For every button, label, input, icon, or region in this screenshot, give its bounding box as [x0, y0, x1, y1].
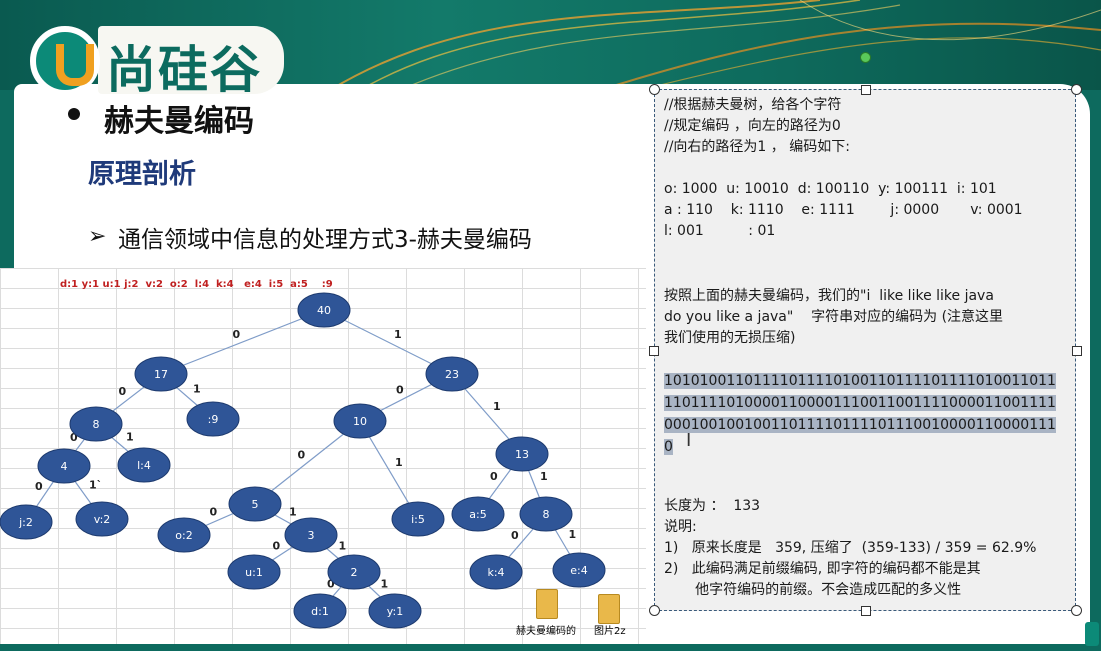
- node-label: :9: [208, 413, 219, 426]
- slide-point: 通信领域中信息的处理方式3-赫夫曼编码: [118, 227, 532, 253]
- edge-label: 1: [394, 328, 402, 341]
- slide-title: 赫夫曼编码: [104, 104, 254, 139]
- edge-label: 1`: [89, 479, 102, 492]
- text-cursor-icon: I: [686, 430, 692, 451]
- node-label: v:2: [94, 513, 111, 526]
- node-label: 8: [543, 508, 550, 521]
- edge-label: 0: [511, 529, 519, 542]
- node-label: 4: [61, 460, 68, 473]
- resize-handle[interactable]: [649, 605, 660, 616]
- edge-label: 1: [493, 400, 501, 413]
- node-label: l:4: [137, 459, 151, 472]
- resize-handle[interactable]: [1071, 84, 1082, 95]
- logo-text: 尚硅谷: [106, 40, 262, 99]
- comment-line: //根据赫夫曼树，给各个字符: [664, 97, 842, 113]
- comment-line: //规定编码 ，向左的路径为0: [664, 118, 841, 134]
- resize-handle[interactable]: [649, 84, 660, 95]
- node-label: y:1: [387, 605, 403, 618]
- note-line: 他字符编码的前缀。不会造成匹配的多义性: [664, 582, 962, 598]
- corner-logo-icon: [1085, 622, 1099, 646]
- logo-u-icon: [30, 26, 100, 96]
- description-line: 按照上面的赫夫曼编码，我们的"i like like like java: [664, 288, 994, 304]
- node-label: 10: [353, 415, 367, 428]
- folder-icon[interactable]: [598, 594, 620, 624]
- node-label: 8: [93, 418, 100, 431]
- resize-handle[interactable]: [861, 606, 871, 616]
- node-label: j:2: [18, 516, 33, 529]
- node-label: k:4: [487, 566, 504, 579]
- edge-label: 0: [273, 540, 281, 553]
- node-label: o:2: [175, 529, 192, 542]
- edge-label: 1: [381, 578, 389, 591]
- edge-label: 0: [298, 449, 306, 462]
- resize-handle[interactable]: [1071, 605, 1082, 616]
- edge-label: 1: [126, 431, 134, 444]
- node-label: a:5: [469, 508, 486, 521]
- edge-label: 1: [339, 540, 347, 553]
- resize-handle[interactable]: [861, 85, 871, 95]
- edge-label: 1: [193, 383, 201, 396]
- code-line: o: 1000 u: 10010 d: 100110 y: 100111 i: …: [664, 181, 997, 197]
- edge-label: 0: [396, 384, 404, 397]
- bullet-dot: [68, 108, 80, 120]
- note-line: 2) 此编码满足前缀编码, 即字符的编码都不能是其: [664, 561, 981, 577]
- node-label: e:4: [570, 564, 587, 577]
- edge-label: 0: [233, 328, 241, 341]
- node-label: d:1: [311, 605, 329, 618]
- encoded-line[interactable]: 1010100110111101111010011011110111101001…: [664, 370, 1056, 392]
- tree-edge: [160, 309, 325, 375]
- node-label: i:5: [411, 513, 425, 526]
- code-line: a : 110 k: 1110 e: 1111 j: 0000 v: 0001: [664, 202, 1023, 218]
- description-line: 我们使用的无损压缩): [664, 330, 796, 346]
- edge-label: 0: [490, 470, 498, 483]
- node-label: u:1: [245, 566, 263, 579]
- edge-label: 0: [35, 480, 43, 493]
- node-label: 40: [317, 304, 331, 317]
- folder-icon[interactable]: [536, 589, 558, 619]
- node-label: 3: [308, 529, 315, 542]
- edge-label: 1: [395, 456, 403, 469]
- length-label: 长度为 ： 133: [664, 498, 761, 514]
- explain-label: 说明:: [664, 519, 697, 535]
- huffman-tree: 0 10 1 010 10 1`010 10 10 10 10 14017 238:9 10134 l:4…: [0, 292, 606, 629]
- node-label: 13: [515, 448, 529, 461]
- edge-label: 0: [210, 506, 218, 519]
- resize-handle[interactable]: [649, 346, 659, 356]
- node-label: 17: [154, 368, 168, 381]
- arrow-bullet-icon: ➢: [88, 224, 107, 249]
- comment-line: //向右的路径为1 ， 编码如下:: [664, 139, 850, 155]
- brand-logo: 尚硅谷: [22, 20, 284, 99]
- resize-handle[interactable]: [1072, 346, 1082, 356]
- node-label: 2: [351, 566, 358, 579]
- rotate-handle[interactable]: [860, 52, 871, 63]
- file-label[interactable]: 赫夫曼编码的: [516, 622, 576, 637]
- encoded-line[interactable]: 0001001001001101111011110111001000011000…: [664, 414, 1056, 436]
- note-line: 1) 原来长度是 359, 压缩了 (359-133) / 359 = 62.9…: [664, 540, 1037, 556]
- node-label: 5: [252, 498, 259, 511]
- encoded-line[interactable]: 0: [664, 436, 673, 458]
- file-label[interactable]: 图片2z: [594, 622, 626, 637]
- edge-label: 1: [569, 528, 577, 541]
- node-label: 23: [445, 368, 459, 381]
- encoded-line[interactable]: 1101111010000110000111001100111100001100…: [664, 392, 1056, 414]
- slide-subtitle: 原理剖析: [88, 159, 196, 190]
- description-line: do you like a java" 字符串对应的编码为 (注意这里: [664, 309, 1004, 325]
- code-text-box[interactable]: [654, 89, 1076, 611]
- edge-label: 1: [289, 506, 297, 519]
- edge-label: 0: [119, 385, 127, 398]
- edge-label: 1: [540, 470, 548, 483]
- code-line: l: 001 : 01: [664, 223, 776, 239]
